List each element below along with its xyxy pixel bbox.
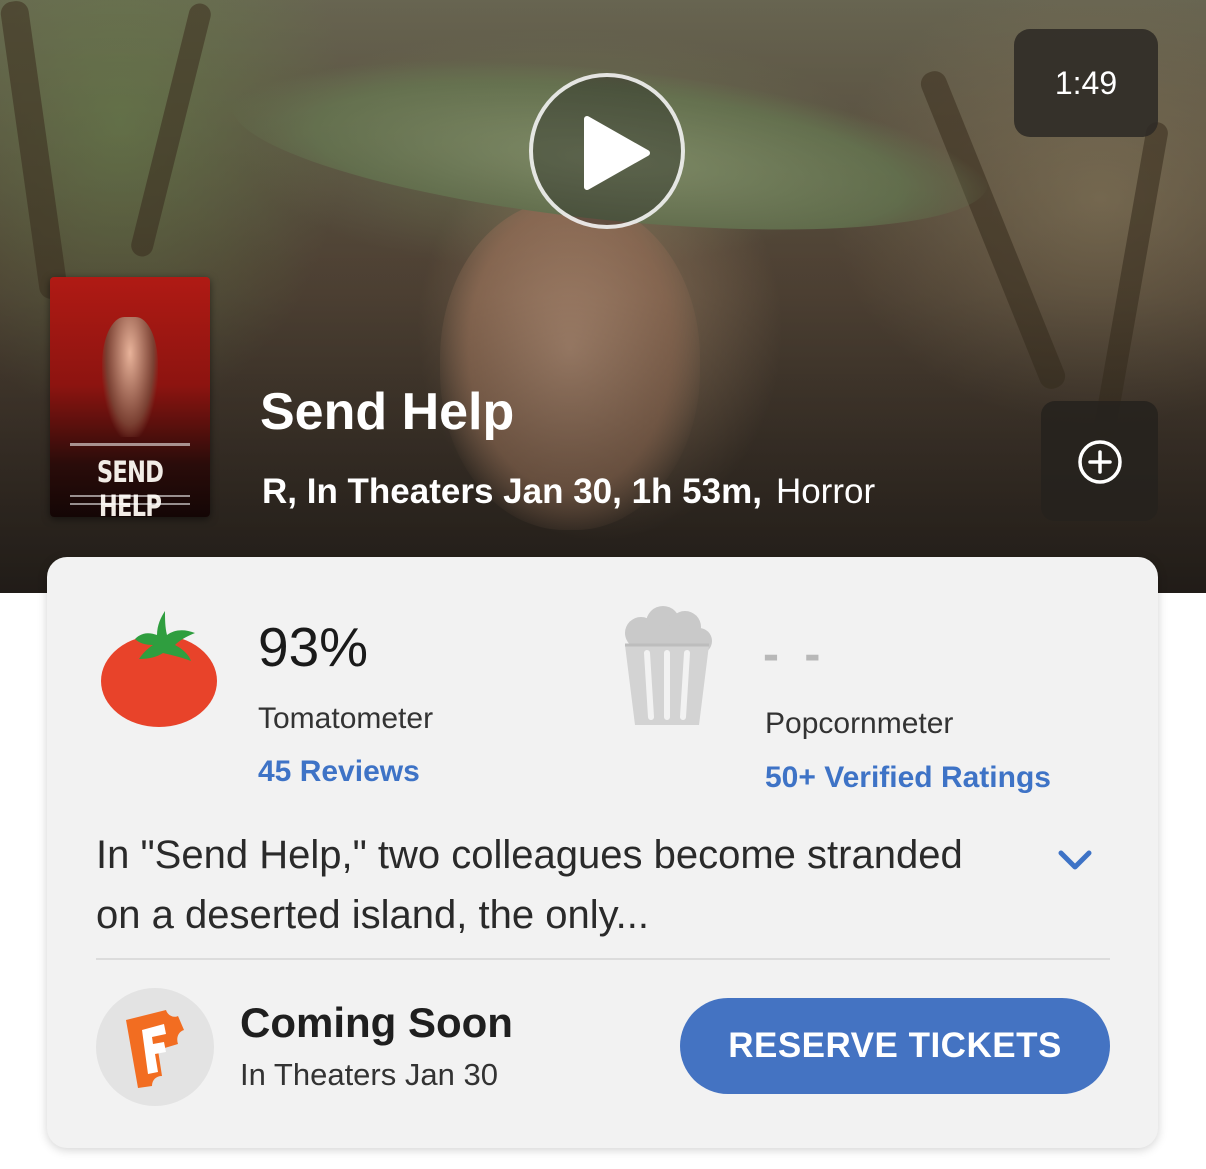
chevron-down-icon (1058, 850, 1092, 870)
popcornmeter-label: Popcornmeter (765, 707, 954, 740)
poster-credits-line (70, 443, 190, 446)
movie-meta-details: R, In Theaters Jan 30, 1h 53m, (262, 472, 762, 511)
theaters-date: In Theaters Jan 30 (240, 1057, 498, 1092)
play-trailer-button[interactable] (529, 73, 685, 229)
play-icon (584, 116, 650, 190)
movie-title: Send Help (260, 383, 515, 441)
add-to-watchlist-button[interactable] (1041, 401, 1158, 521)
popcornmeter-ratings-link[interactable]: 50+ Verified Ratings (765, 761, 1051, 795)
tomato-icon (101, 611, 217, 727)
tomatometer-score: 93% (258, 616, 369, 678)
poster-figure (102, 317, 158, 437)
poster-title: SEND HELP (96, 455, 164, 517)
trailer-hero[interactable]: 1:49 SEND HELP Send Help R, In Theaters … (0, 0, 1206, 593)
card-divider (96, 958, 1110, 960)
fandango-logo-icon (126, 1010, 184, 1088)
fandango-logo (96, 988, 214, 1106)
popcorn-icon (625, 606, 712, 725)
movie-synopsis: In "Send Help," two colleagues become st… (96, 833, 963, 937)
trailer-duration-badge: 1:49 (1014, 29, 1158, 137)
expand-synopsis-button[interactable] (1055, 845, 1095, 875)
tomatometer-label: Tomatometer (258, 702, 434, 735)
movie-meta: R, In Theaters Jan 30, 1h 53m, Horror (262, 472, 875, 512)
poster-credits-line (70, 503, 190, 505)
movie-poster[interactable]: SEND HELP (50, 277, 210, 517)
ticket-status: Coming Soon (240, 999, 513, 1046)
movie-info-card: 93% Tomatometer 45 Reviews - - Popcornme… (47, 557, 1158, 1148)
movie-genre: Horror (775, 472, 876, 511)
poster-credits-line (70, 495, 190, 497)
tomatometer-reviews-link[interactable]: 45 Reviews (258, 755, 420, 789)
reserve-tickets-button[interactable]: RESERVE TICKETS (680, 998, 1110, 1094)
popcornmeter-score: - - (763, 628, 827, 681)
add-circle-icon (1078, 440, 1122, 484)
